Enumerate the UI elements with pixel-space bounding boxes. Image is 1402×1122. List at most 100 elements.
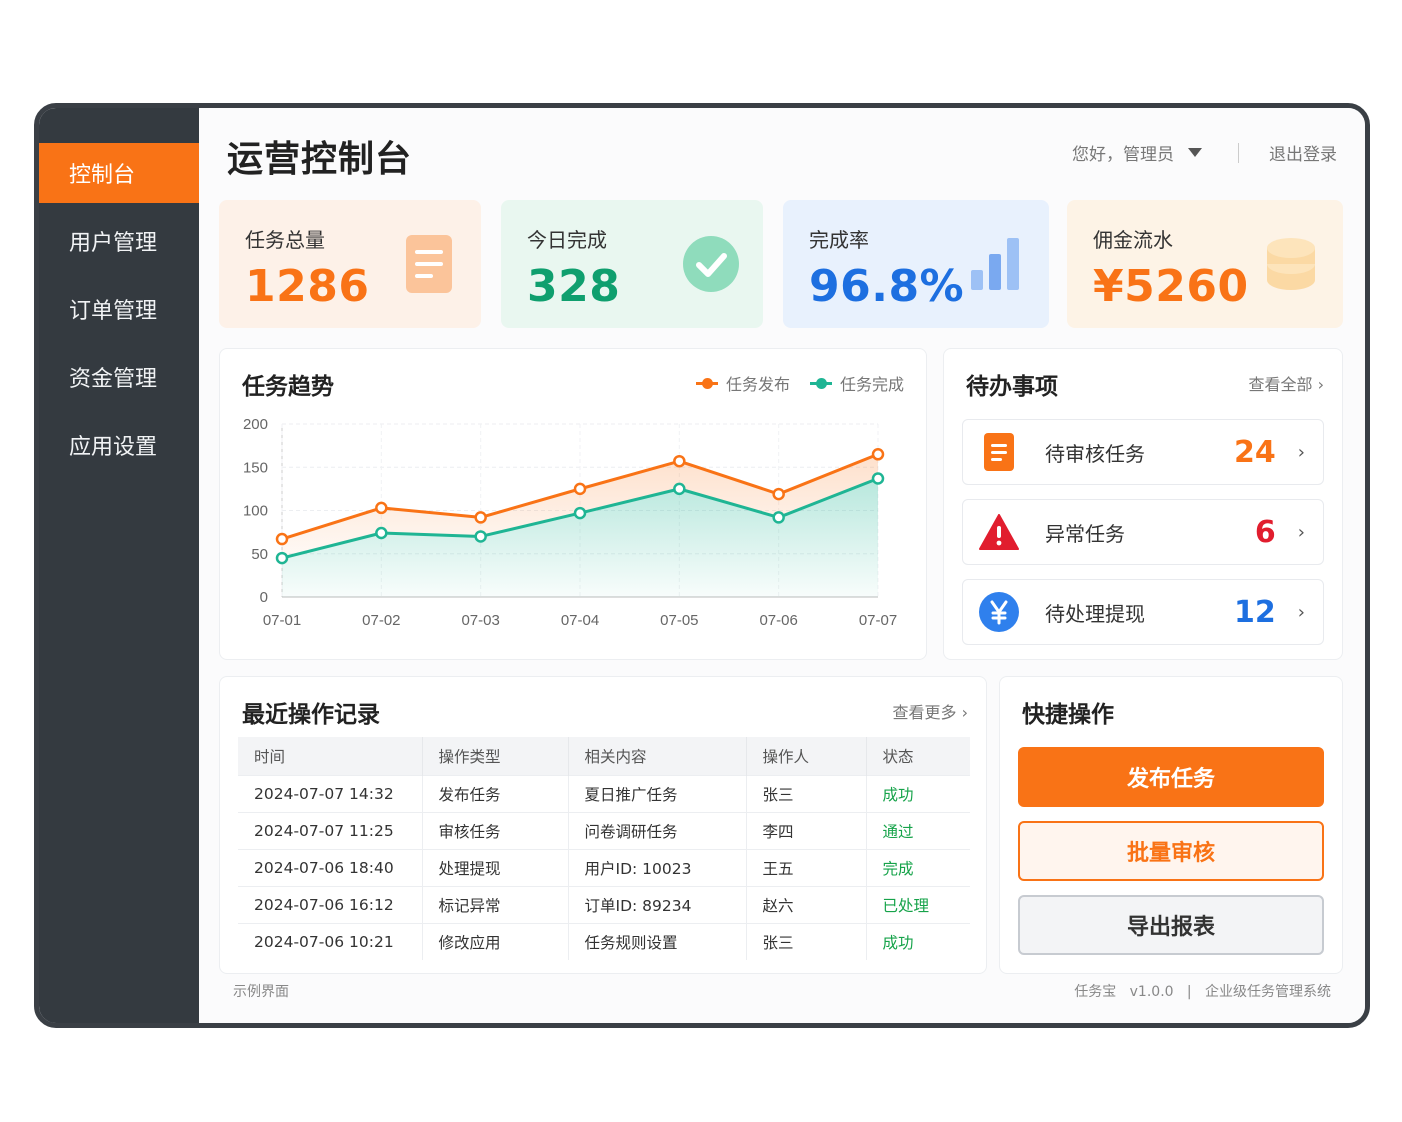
warning-icon — [979, 512, 1019, 552]
footer: 示例界面 任务宝 v1.0.0 | 企业级任务管理系统 — [233, 981, 1331, 1001]
sidebar: 控制台 用户管理 订单管理 资金管理 应用设置 — [39, 108, 199, 1023]
logout-link[interactable]: 退出登录 — [1269, 140, 1337, 165]
x-tick-label: 07-05 — [660, 612, 698, 629]
quick-title: 快捷操作 — [1022, 702, 1114, 728]
sidebar-item-orders[interactable]: 订单管理 — [39, 279, 199, 339]
x-tick-label: 07-07 — [859, 612, 897, 629]
footer-version: v1.0.0 — [1129, 984, 1174, 1000]
data-point — [375, 501, 388, 515]
chevron-down-icon[interactable] — [1188, 148, 1202, 157]
todo-count: 6 — [1254, 514, 1276, 550]
table-row: 2024-07-06 18:40 处理提现 用户ID: 10023 王五 完成 — [238, 848, 970, 886]
cell-status: 通过 — [866, 811, 970, 849]
table-row: 2024-07-07 14:32 发布任务 夏日推广任务 张三 成功 — [238, 774, 970, 812]
y-tick-label: 200 — [243, 416, 268, 433]
document-icon — [401, 235, 457, 293]
user-menu[interactable]: 您好，管理员 — [1072, 140, 1174, 165]
sidebar-item-settings[interactable]: 应用设置 — [39, 415, 199, 475]
cell-operator: 王五 — [746, 848, 867, 886]
cell-type: 审核任务 — [422, 811, 569, 849]
cell-status: 成功 — [866, 774, 970, 812]
view-all-label: 查看全部 — [1248, 375, 1313, 394]
cell-type: 发布任务 — [422, 774, 569, 812]
cell-content: 用户ID: 10023 — [568, 848, 747, 886]
data-point — [772, 487, 785, 501]
data-point — [474, 530, 487, 543]
chevron-right-icon: › — [1297, 521, 1305, 543]
table-header-row: 时间 操作类型 相关内容 操作人 状态 — [238, 737, 970, 775]
coin-stack-icon — [1263, 236, 1319, 292]
todo-count: 12 — [1234, 594, 1276, 630]
divider — [1238, 142, 1239, 163]
table-row: 2024-07-06 16:12 标记异常 订单ID: 89234 赵六 已处理 — [238, 885, 970, 923]
user-area: 您好，管理员 退出登录 — [1072, 140, 1337, 165]
todo-item-review[interactable]: 待审核任务 24 › — [962, 419, 1324, 485]
bar-chart-icon — [969, 236, 1025, 292]
column-header: 操作人 — [746, 737, 867, 775]
chevron-right-icon: › — [961, 703, 968, 722]
todo-title: 待办事项 — [966, 374, 1058, 400]
app-window: 控制台 用户管理 订单管理 资金管理 应用设置 运营控制台 您好，管理员 退出登… — [34, 103, 1370, 1028]
footer-divider: | — [1186, 984, 1192, 1000]
records-title: 最近操作记录 — [242, 702, 380, 728]
todo-card: 待办事项 查看全部 › 待审核任务 24 › 异常任务 6 › 待处理提现 12… — [943, 348, 1343, 660]
batch-review-button[interactable]: 批量审核 — [1018, 821, 1324, 881]
stat-card-total: 任务总量 1286 — [219, 200, 481, 328]
cell-type: 处理提现 — [422, 848, 569, 886]
data-point — [871, 472, 885, 485]
cell-type: 标记异常 — [422, 885, 569, 923]
view-all-link[interactable]: 查看全部 › — [1248, 371, 1324, 395]
cell-time: 2024-07-07 14:32 — [238, 774, 423, 812]
cell-time: 2024-07-06 10:21 — [238, 922, 423, 960]
stat-card-commission: 佣金流水 ¥5260 — [1067, 200, 1343, 328]
records-table: 时间 操作类型 相关内容 操作人 状态 2024-07-07 14:32 发布任… — [238, 737, 970, 960]
records-card: 最近操作记录 查看更多 › 时间 操作类型 相关内容 操作人 状态 2024-0… — [219, 676, 987, 974]
document-icon — [979, 432, 1019, 472]
chevron-right-icon: › — [1297, 601, 1305, 623]
todo-label: 待处理提现 — [1045, 601, 1145, 626]
chevron-right-icon: › — [1317, 375, 1324, 394]
cell-status: 完成 — [866, 848, 970, 886]
trend-card: 任务趋势 任务发布 任务完成 200 150 100 50 0 07-01 07… — [219, 348, 927, 660]
x-tick-label: 07-03 — [461, 612, 499, 629]
cell-operator: 赵六 — [746, 885, 867, 923]
data-point — [275, 551, 289, 565]
export-report-button[interactable]: 导出报表 — [1018, 895, 1324, 955]
todo-label: 异常任务 — [1045, 521, 1125, 546]
x-tick-label: 07-02 — [362, 612, 400, 629]
y-tick-label: 150 — [243, 459, 268, 476]
trend-chart: 200 150 100 50 0 07-01 07-02 07-03 07-04 07-05 07-… — [243, 416, 897, 629]
sidebar-item-dashboard[interactable]: 控制台 — [39, 143, 199, 203]
data-point — [673, 454, 686, 468]
data-point — [375, 526, 388, 540]
footer-right: 任务宝 v1.0.0 | 企业级任务管理系统 — [1074, 981, 1331, 1001]
column-header: 状态 — [866, 737, 970, 775]
cell-content: 任务规则设置 — [568, 922, 747, 960]
data-point — [673, 482, 686, 496]
footer-left: 示例界面 — [233, 984, 289, 1000]
cell-time: 2024-07-06 18:40 — [238, 848, 423, 886]
data-point — [871, 448, 885, 461]
quick-actions-card: 快捷操作 发布任务 批量审核 导出报表 — [999, 676, 1343, 974]
cell-operator: 张三 — [746, 774, 867, 812]
data-point — [573, 482, 587, 496]
sidebar-item-users[interactable]: 用户管理 — [39, 211, 199, 271]
column-header: 操作类型 — [422, 737, 569, 775]
x-tick-label: 07-01 — [263, 612, 301, 629]
todo-label: 待审核任务 — [1045, 441, 1145, 466]
cell-content: 问卷调研任务 — [568, 811, 747, 849]
todo-item-withdraw[interactable]: 待处理提现 12 › — [962, 579, 1324, 645]
publish-task-button[interactable]: 发布任务 — [1018, 747, 1324, 807]
cell-status: 成功 — [866, 922, 970, 960]
stat-card-rate: 完成率 96.8% — [783, 200, 1049, 328]
cell-time: 2024-07-07 11:25 — [238, 811, 423, 849]
cell-status: 已处理 — [866, 885, 970, 923]
todo-item-exception[interactable]: 异常任务 6 › — [962, 499, 1324, 565]
column-header: 相关内容 — [568, 737, 747, 775]
view-more-link[interactable]: 查看更多 › — [892, 699, 968, 723]
sidebar-item-funds[interactable]: 资金管理 — [39, 347, 199, 407]
y-tick-label: 50 — [251, 546, 268, 563]
column-header: 时间 — [238, 737, 423, 775]
x-tick-label: 07-04 — [561, 612, 599, 629]
x-tick-label: 07-06 — [759, 612, 797, 629]
